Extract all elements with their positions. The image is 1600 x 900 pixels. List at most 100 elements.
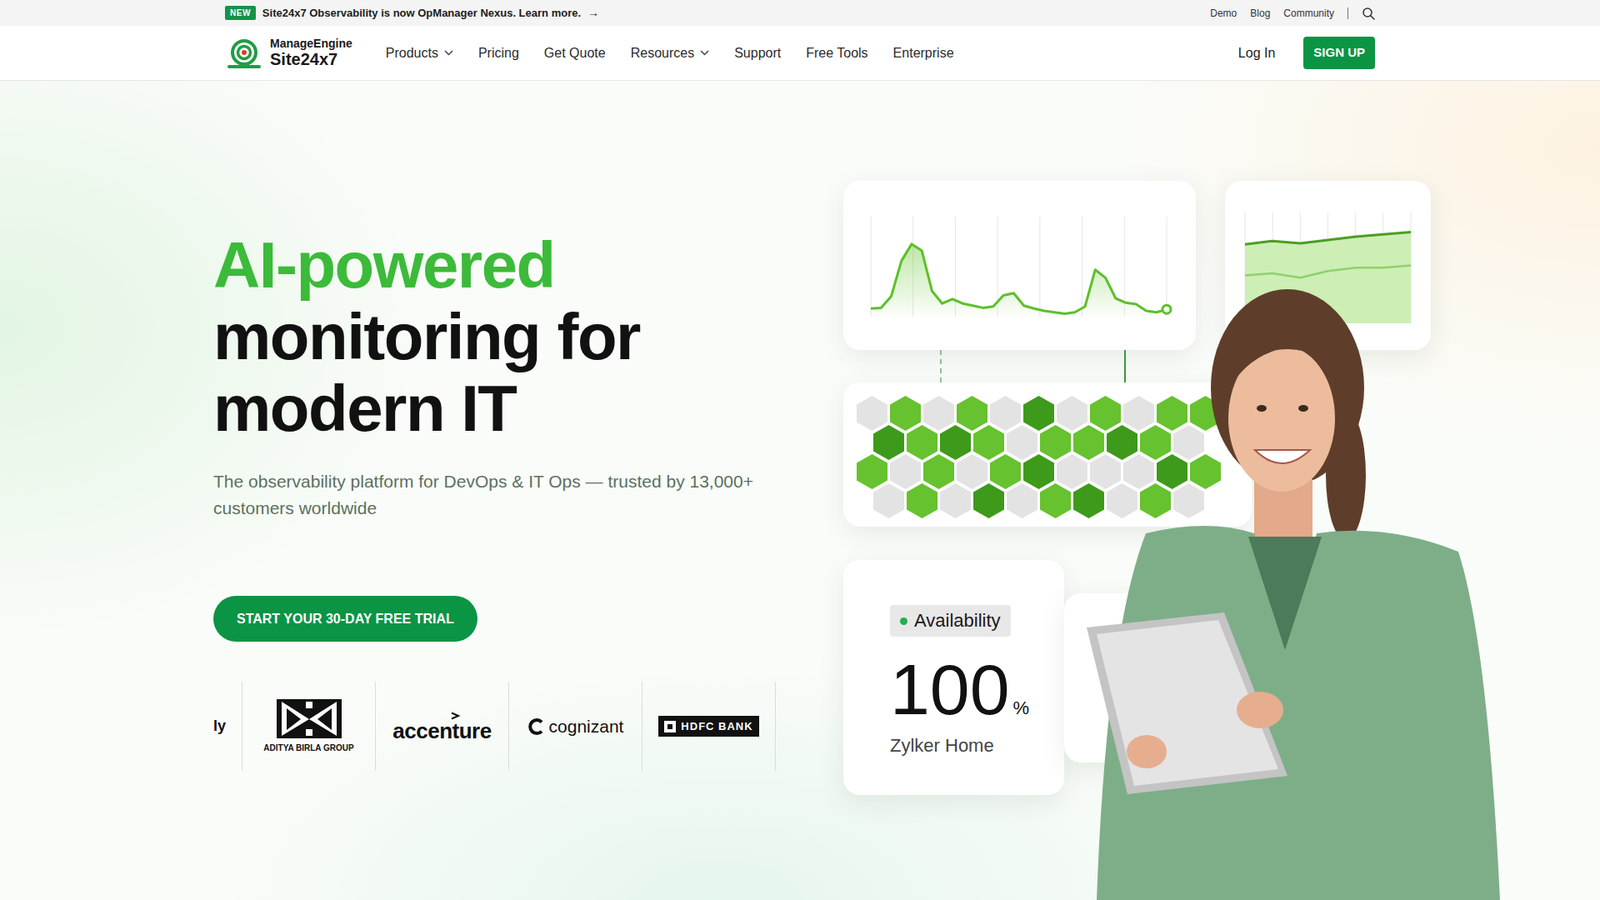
nav-item[interactable]: Free Tools (805, 43, 868, 64)
accenture-chevron-icon (450, 711, 460, 720)
hex-row (856, 395, 1252, 431)
hex-cell[interactable] (856, 395, 888, 431)
headline-line: monitoring for (213, 300, 844, 373)
nav-item[interactable]: Get Quote (544, 43, 606, 64)
line-chart-line (870, 244, 1167, 315)
hex-cell[interactable] (1040, 483, 1071, 519)
hex-cell[interactable] (890, 395, 921, 431)
hex-cell[interactable] (906, 425, 938, 460)
hex-cell[interactable] (990, 395, 1021, 431)
hex-cell[interactable] (1140, 483, 1171, 519)
hex-cell[interactable] (1006, 425, 1038, 460)
signup-button[interactable]: SIGN UP (1303, 36, 1375, 70)
hex-cell[interactable] (1090, 395, 1121, 431)
nav-item[interactable]: Pricing (478, 43, 520, 64)
area-chart-card (1225, 180, 1431, 350)
customer-logo: accenture (375, 681, 510, 771)
hex-cell[interactable] (1140, 425, 1171, 460)
dashed-connector (940, 350, 942, 383)
hex-cell[interactable] (906, 483, 938, 519)
utility-link[interactable]: Blog (1250, 5, 1270, 21)
hex-cell[interactable] (1156, 395, 1188, 431)
hex-cell[interactable] (923, 454, 955, 490)
hero-section: AI-poweredmonitoring formodern IT The obs… (0, 80, 1600, 900)
hex-cell[interactable] (1023, 395, 1055, 431)
hex-cell[interactable] (1040, 425, 1071, 460)
chevron-down-icon[interactable] (700, 50, 710, 56)
logo-text: ADITYA BIRLA GROUP (263, 741, 354, 755)
availability-unit: % (1013, 697, 1030, 719)
hex-cell[interactable] (873, 483, 905, 519)
monitor-name: Zylker Home (890, 731, 1048, 760)
dashboard-preview: Availability100%Zylker Home (843, 80, 1431, 795)
solid-connector (1124, 350, 1126, 383)
hex-cell[interactable] (956, 454, 988, 490)
utility-link[interactable]: Community (1283, 5, 1335, 21)
aditya-birla-emblem-icon (276, 699, 342, 739)
hex-cell[interactable] (1156, 454, 1188, 490)
hex-cell[interactable] (1123, 454, 1155, 490)
hex-row (856, 454, 1252, 490)
headline-line: modern IT (213, 372, 844, 445)
hex-cell[interactable] (1056, 395, 1088, 431)
new-badge: NEW (225, 5, 256, 20)
nav-item[interactable]: Enterprise (893, 43, 955, 64)
hex-cell[interactable] (856, 454, 888, 490)
hex-cell[interactable] (873, 425, 905, 460)
nav-item[interactable]: Products (385, 43, 454, 64)
brand-company: ManageEngine (270, 36, 353, 50)
nav-item[interactable]: Resources (630, 43, 710, 64)
nav-menu: Products Pricing Get Quote Resources Support… (385, 43, 955, 64)
hex-row (856, 425, 1252, 460)
hero-subtitle: The observability platform for DevOps & … (213, 468, 780, 522)
customer-logo: ADITYA BIRLA GROUP (242, 681, 376, 771)
availability-card: Availability100%Zylker Home (843, 560, 1065, 795)
search-icon[interactable] (1361, 6, 1375, 20)
status-dot (900, 617, 908, 625)
hex-cell[interactable] (1106, 425, 1138, 460)
hex-cell[interactable] (973, 425, 1005, 460)
announcement-link[interactable]: NEWSite24x7 Observability is now OpManag… (225, 4, 600, 22)
customer-logos: lyADITYA BIRLA GROUPaccenturecognizantHD… (213, 681, 844, 771)
logo-text: HDFC BANK (680, 718, 753, 735)
availability-chip: Availability (890, 605, 1011, 637)
hex-cell[interactable] (940, 483, 971, 519)
connector-lines (843, 350, 1431, 383)
secondary-card (1064, 593, 1165, 763)
hex-cell[interactable] (1056, 454, 1088, 490)
hex-cell[interactable] (1190, 395, 1221, 431)
chevron-down-icon[interactable] (444, 50, 454, 56)
hex-cell[interactable] (973, 483, 1005, 519)
hex-cell[interactable] (1106, 483, 1138, 519)
hex-map-card (843, 382, 1252, 527)
main-nav: ManageEngineSite24x7 Products Pricing Get Q… (0, 25, 1600, 81)
nav-item[interactable]: Support (734, 43, 781, 64)
hero-headline: AI-poweredmonitoring formodern IT (213, 229, 844, 445)
hex-cell[interactable] (1173, 483, 1205, 519)
hex-cell[interactable] (940, 425, 971, 460)
hex-cell[interactable] (1123, 395, 1155, 431)
separator (1347, 7, 1349, 20)
logo-text: accenture (392, 720, 491, 742)
hex-cell[interactable] (923, 395, 955, 431)
hex-cell[interactable] (956, 395, 988, 431)
brand-product: Site24x7 (270, 50, 353, 70)
hex-cell[interactable] (1073, 425, 1105, 460)
login-link[interactable]: Log In (1238, 43, 1275, 64)
announcement-bar: NEWSite24x7 Observability is now OpManag… (0, 0, 1600, 26)
hex-cell[interactable] (1190, 454, 1221, 490)
arrow-icon: → (587, 4, 600, 22)
utility-link[interactable]: Demo (1210, 5, 1237, 21)
hex-cell[interactable] (1173, 425, 1205, 460)
hex-cell[interactable] (1023, 454, 1055, 490)
hex-cell[interactable] (890, 454, 921, 490)
logo-text: cognizant (549, 713, 625, 740)
area-chart-upper-line (1245, 232, 1411, 245)
hex-cell[interactable] (990, 454, 1021, 490)
hex-cell[interactable] (1090, 454, 1121, 490)
hex-cell[interactable] (1006, 483, 1038, 519)
free-trial-button[interactable]: START YOUR 30-DAY FREE TRIAL (213, 595, 478, 642)
brand-logo[interactable]: ManageEngineSite24x7 (225, 36, 353, 70)
hex-cell[interactable] (1073, 483, 1105, 519)
hero-text: AI-poweredmonitoring formodern IT The obs… (213, 80, 844, 795)
